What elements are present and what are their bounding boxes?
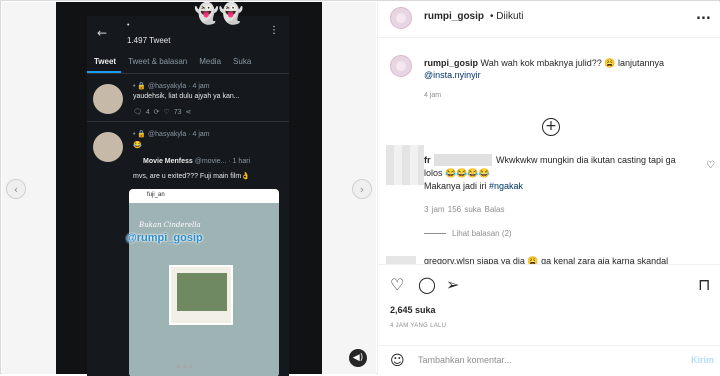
post-panel: rumpi_gosip • Diikuti ... rumpi_gosip Wa… [377,2,720,374]
quoted-meta: @movie... · 1 hari [194,158,251,165]
tweet-count: 1.497 Tweet [127,36,171,45]
quoted-user: fuji_an [147,192,165,198]
comment-text-line2: lolos 😂😂😂😂 [424,168,490,178]
caption-username[interactable]: rumpi_gosip [424,58,478,68]
poster-title: Bukan Cinderella [139,221,201,229]
post-media: ← • 1.497 Tweet ⋮ Tweet Tweet & balasan … [2,1,376,376]
tab-tweet-replies: Tweet & balasan [128,57,188,66]
tab-media: Media [199,57,222,66]
replies-line [424,233,446,235]
comment-username[interactable]: fr [424,155,431,165]
status-dot: • [127,22,130,29]
comment-like-icon[interactable]: ♡ [706,160,715,171]
tweet-text: 😂 [133,142,142,149]
comment-username-blur [434,154,492,166]
action-bar: ♡ ◯ ➢ ⊓ 2,645 suka 4 JAM YANG LALU ☺ Kir… [378,264,720,374]
tweet-header: • 🔒 @hasyakyla · 4 jam [133,131,210,138]
chevron-left-icon[interactable]: ‹ [6,179,26,199]
tweet-screenshot: ← • 1.497 Tweet ⋮ Tweet Tweet & balasan … [87,16,289,376]
quoted-image: fuji_an Bukan Cinderella [129,189,279,376]
post-button[interactable]: Kirim [691,355,714,365]
volume-icon[interactable]: ◀) [349,349,367,367]
kebab-menu-icon: ⋮ [269,25,279,36]
movie-poster: Bukan Cinderella [129,203,279,376]
avatar[interactable] [386,256,416,264]
ghost-emoji: 👻👻 [194,1,244,25]
comment-text: Wkwkwkw mungkin dia ikutan casting tapi … [496,155,676,165]
tweet-header: • 🔒 @hasyakyla · 4 jam [133,83,210,90]
view-replies-label: Lihat balasan (2) [452,229,512,238]
caption-body: Wah wah kok mbaknya julid?? 😩 lanjutanny… [480,58,665,68]
add-comment-row: ☺ Kirim [378,345,720,375]
quoted-name: Movie Menfess [143,158,193,165]
like-count[interactable]: 2,645 suka [390,305,436,315]
post-window: ← • 1.497 Tweet ⋮ Tweet Tweet & balasan … [0,0,720,376]
avatar[interactable] [390,7,412,29]
tab-likes: Suka [233,57,252,66]
quoted-account: Movie Menfess @movie... · 1 hari [143,158,250,165]
tweet-text: yaudehsik, liat dulu ajyah ya kan... [133,93,240,100]
avatar[interactable] [390,55,412,77]
caption-mention[interactable]: @insta.nyinyir [424,70,481,80]
back-arrow-icon: ← [97,26,108,40]
carousel-indicator: ●●● [176,364,196,370]
tweet-tabs: Tweet Tweet & balasan Media Suka [87,54,289,74]
tweet-item: • 🔒 @hasyakyla · 4 jam yaudehsik, liat d… [87,76,289,122]
poster-photo [177,273,227,311]
hashtag-link[interactable]: #ngakak [489,181,523,191]
comment-meta[interactable]: 3 jam 156 suka Balas [424,205,505,214]
poster-frame [169,265,233,325]
header-username[interactable]: rumpi_gosip [424,11,484,22]
avatar [93,132,123,162]
comment-text-prefix: Makanya jadi iri [424,181,490,191]
load-more-icon[interactable]: + [542,118,560,136]
caption-text: rumpi_gosip Wah wah kok mbaknya julid?? … [424,58,664,69]
quoted-text: mvs, are u exited??? Fuji main film👌 [133,173,250,180]
caption-time: 4 jam [424,92,442,99]
avatar[interactable] [386,145,424,185]
comment-icon[interactable]: ◯ [418,275,436,294]
share-icon[interactable]: ➢ [446,275,459,294]
tweet-actions: 🗨 4 ⟳ ♡ 73 ⋖ [133,109,192,116]
watermark: @rumpi_gosip [126,232,203,244]
comment-input[interactable] [418,355,658,365]
more-options-icon[interactable]: ... [696,8,711,23]
heart-icon[interactable]: ♡ [390,275,404,294]
follow-status[interactable]: • Diikuti [490,11,524,22]
avatar [93,84,123,114]
tab-tweet: Tweet [87,54,122,73]
post-time: 4 JAM YANG LALU [390,323,447,329]
emoji-icon[interactable]: ☺ [390,353,405,369]
comment-text-line3: Makanya jadi iri #ngakak [424,181,523,191]
view-replies-button[interactable]: Lihat balasan (2) [424,229,512,238]
bookmark-icon[interactable]: ⊓ [698,275,710,294]
post-header: rumpi_gosip • Diikuti ... [378,2,720,38]
chevron-right-icon[interactable]: › [352,179,372,199]
